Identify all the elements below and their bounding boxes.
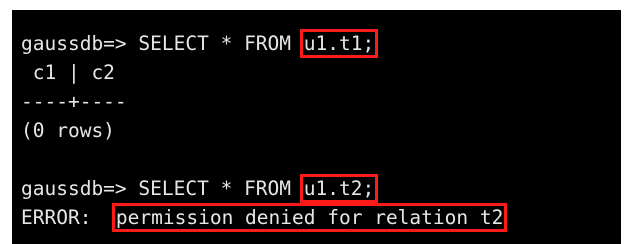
row-count: (0 rows) [21,119,115,142]
error-label: ERROR: [21,206,115,229]
highlighted-table-name: u1.t2; [299,174,379,203]
query-line-2: gaussdb=> SELECT * FROM u1.t2; [21,174,504,203]
error-line: ERROR: permission denied for relation t2 [21,203,508,232]
terminal-output: gaussdb=> SELECT * FROM u1.t1; c1 | c2 -… [21,29,508,232]
prompt: gaussdb=> [21,32,139,55]
sql-command: SELECT * FROM [138,32,303,55]
result-separator: ----+---- [21,90,127,113]
highlighted-error-message: permission denied for relation t2 [111,203,508,232]
prompt: gaussdb=> [21,177,139,200]
result-header: c1 | c2 [21,61,115,84]
query-line-1: gaussdb=> SELECT * FROM u1.t1; [21,29,504,58]
highlighted-table-name: u1.t1; [299,29,379,58]
terminal-window: gaussdb=> SELECT * FROM u1.t1; c1 | c2 -… [12,10,621,244]
sql-command: SELECT * FROM [138,177,303,200]
